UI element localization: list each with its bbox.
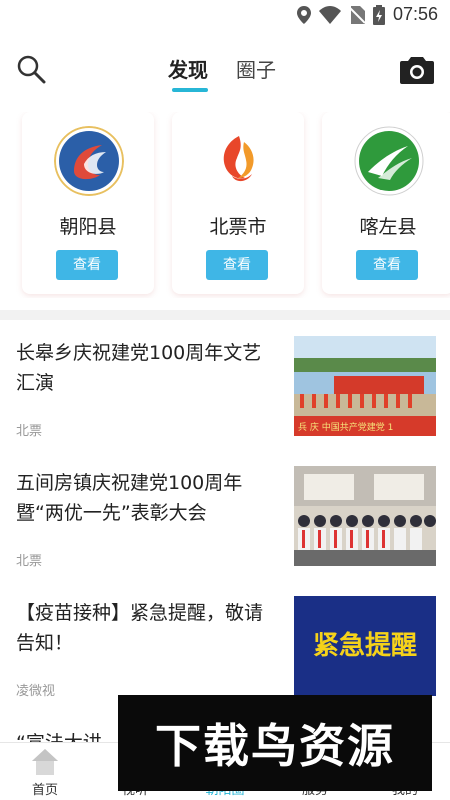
news-thumbnail (294, 466, 436, 566)
watermark-text: 下载鸟资源 (155, 719, 395, 773)
chaoyang-logo (54, 126, 124, 196)
header-tabs: 发现 圈子 (168, 54, 276, 94)
news-thumbnail: 紧急提醒 (294, 596, 436, 696)
tab-circle[interactable]: 圈子 (236, 54, 276, 94)
county-name: 朝阳县 (59, 216, 117, 238)
watermark-banner: 下载鸟资源 (118, 695, 432, 791)
county-card[interactable]: 喀左县 查看 (322, 112, 450, 294)
news-title: 长皋乡庆祝建党100周年文艺汇演 (16, 342, 262, 394)
camera-button[interactable] (400, 54, 434, 84)
news-item[interactable]: 长皋乡庆祝建党100周年文艺汇演 北票 兵 庆 中国共产党建党 1 (0, 328, 450, 448)
section-divider (0, 310, 450, 320)
news-thumbnail: 兵 庆 中国共产党建党 1 (294, 336, 436, 436)
thumb-banner-text: 兵 庆 中国共产党建党 1 (298, 421, 393, 433)
news-item[interactable]: 五间房镇庆祝建党100周年暨“两优一先”表彰大会 北票 (0, 458, 450, 578)
tab-discover[interactable]: 发现 (168, 54, 208, 94)
search-icon (17, 55, 46, 84)
top-bar: 发现 圈子 (0, 44, 450, 100)
nav-home[interactable]: 首页 (0, 743, 90, 800)
county-card[interactable]: 朝阳县 查看 (22, 112, 154, 294)
news-title: 【疫苗接种】紧急提醒，敬请告知！ (16, 602, 264, 654)
view-button[interactable]: 查看 (356, 250, 418, 280)
view-button[interactable]: 查看 (206, 250, 268, 280)
battery-icon (372, 4, 385, 25)
wifi-icon (318, 5, 341, 24)
location-icon (296, 5, 311, 24)
beipiao-logo (205, 127, 273, 195)
news-source: 北票 (16, 554, 43, 569)
news-source: 北票 (16, 424, 43, 439)
news-title: 五间房镇庆祝建党100周年暨“两优一先”表彰大会 (16, 472, 243, 524)
thumb-alert-text: 紧急提醒 (313, 631, 417, 661)
news-item[interactable]: 【疫苗接种】紧急提醒，敬请告知！ 凌微视 紧急提醒 (0, 588, 450, 708)
status-bar: 07:56 (0, 0, 450, 30)
county-name: 北票市 (209, 216, 267, 238)
nav-label: 首页 (31, 783, 58, 798)
view-button[interactable]: 查看 (56, 250, 118, 280)
kazuo-logo (354, 126, 424, 196)
status-icons: 07:56 (296, 4, 438, 25)
county-cards: 朝阳县 查看 北票市 查看 喀左县 查看 (0, 112, 450, 298)
no-sim-icon (348, 5, 365, 24)
camera-icon (400, 57, 434, 84)
home-icon (32, 749, 58, 775)
county-card[interactable]: 北票市 查看 (172, 112, 304, 294)
status-time: 07:56 (392, 4, 438, 24)
search-button[interactable] (16, 54, 46, 84)
news-source: 凌微视 (16, 684, 56, 699)
county-name: 喀左县 (359, 216, 417, 238)
